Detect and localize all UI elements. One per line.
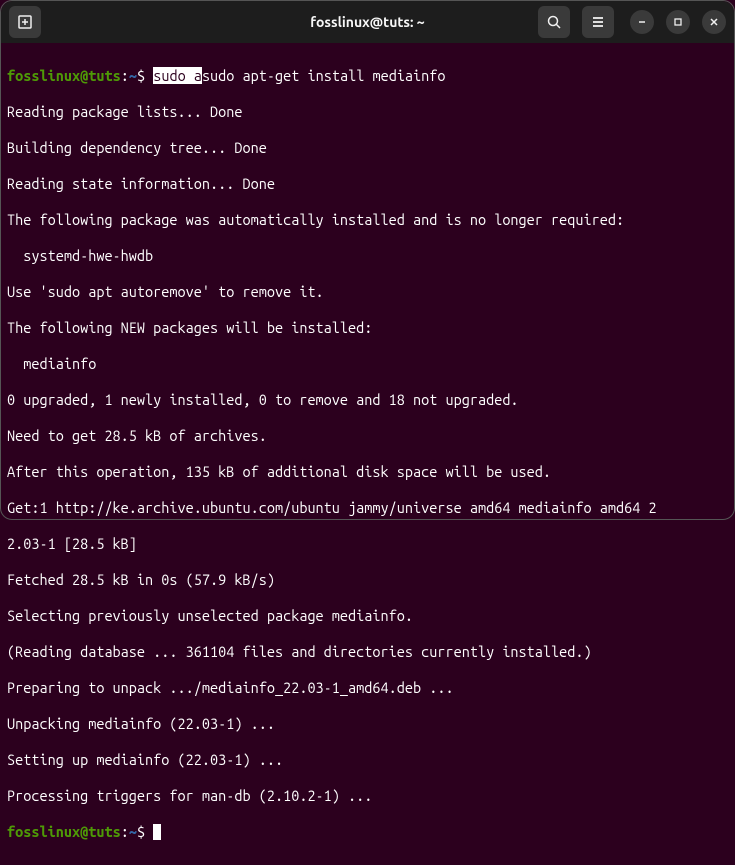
- cmd-highlight: sudo a: [153, 67, 202, 84]
- cursor: [153, 824, 161, 840]
- prompt-dollar: $: [137, 67, 153, 84]
- output-line: Use 'sudo apt autoremove' to remove it.: [7, 283, 728, 301]
- output-line: Selecting previously unselected package …: [7, 607, 728, 625]
- output-line: Processing triggers for man-db (2.10.2-1…: [7, 787, 728, 805]
- output-line: After this operation, 135 kB of addition…: [7, 463, 728, 481]
- prompt-line-2: fosslinux@tuts:~$: [7, 823, 728, 841]
- terminal-body[interactable]: fosslinux@tuts:~$ sudo asudo apt-get ins…: [1, 43, 734, 865]
- new-tab-button[interactable]: [9, 6, 41, 38]
- output-line: (Reading database ... 361104 files and d…: [7, 643, 728, 661]
- titlebar: fosslinux@tuts: ~: [1, 1, 734, 43]
- prompt-at: @: [80, 67, 88, 84]
- prompt-host: tuts: [88, 823, 120, 840]
- prompt-colon: :: [121, 67, 129, 84]
- output-line: Setting up mediainfo (22.03-1) ...: [7, 751, 728, 769]
- prompt-colon: :: [121, 823, 129, 840]
- prompt-path: ~: [129, 823, 137, 840]
- output-line: mediainfo: [7, 355, 728, 373]
- prompt-at: @: [80, 823, 88, 840]
- output-line: Need to get 28.5 kB of archives.: [7, 427, 728, 445]
- output-line: Reading state information... Done: [7, 175, 728, 193]
- prompt-host: tuts: [88, 67, 120, 84]
- menu-button[interactable]: [582, 6, 614, 38]
- output-line: Building dependency tree... Done: [7, 139, 728, 157]
- prompt-dollar: $: [137, 823, 153, 840]
- prompt-line-1: fosslinux@tuts:~$ sudo asudo apt-get ins…: [7, 67, 728, 85]
- output-line: Reading package lists... Done: [7, 103, 728, 121]
- close-button[interactable]: [702, 10, 726, 34]
- output-line: Fetched 28.5 kB in 0s (57.9 kB/s): [7, 571, 728, 589]
- output-line: Preparing to unpack .../mediainfo_22.03-…: [7, 679, 728, 697]
- prompt-user: fosslinux: [7, 823, 80, 840]
- output-line: 2.03-1 [28.5 kB]: [7, 535, 728, 553]
- output-line: systemd-hwe-hwdb: [7, 247, 728, 265]
- prompt-user: fosslinux: [7, 67, 80, 84]
- output-line: 0 upgraded, 1 newly installed, 0 to remo…: [7, 391, 728, 409]
- output-line: Unpacking mediainfo (22.03-1) ...: [7, 715, 728, 733]
- minimize-button[interactable]: [630, 10, 654, 34]
- output-line: Get:1 http://ke.archive.ubuntu.com/ubunt…: [7, 499, 728, 517]
- window-title: fosslinux@tuts: ~: [310, 14, 424, 30]
- search-button[interactable]: [538, 6, 570, 38]
- prompt-path: ~: [129, 67, 137, 84]
- maximize-button[interactable]: [666, 10, 690, 34]
- output-line: The following NEW packages will be insta…: [7, 319, 728, 337]
- output-line: The following package was automatically …: [7, 211, 728, 229]
- cmd-text: sudo apt-get install mediainfo: [202, 67, 446, 84]
